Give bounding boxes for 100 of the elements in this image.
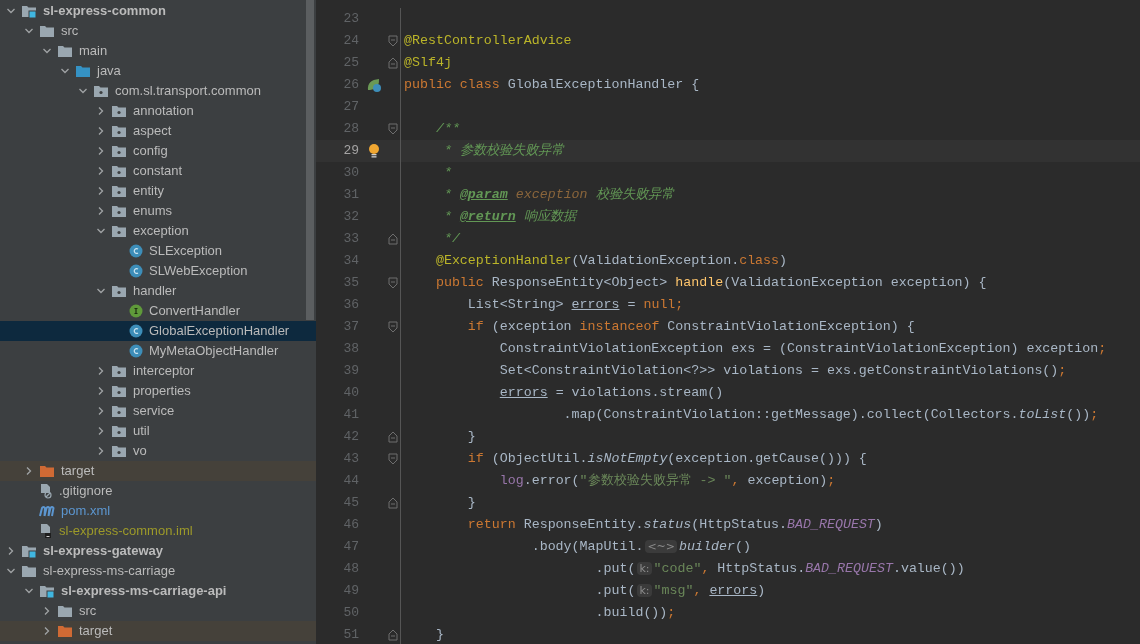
chevron-down-icon[interactable] (96, 286, 106, 296)
class-icon (129, 264, 143, 278)
line-number: 28 (343, 120, 359, 139)
code-token: HttpStatus. (717, 561, 806, 577)
line-number: 50 (343, 604, 359, 623)
tree-item-label: java (97, 62, 121, 81)
tree-item[interactable]: enums (0, 201, 316, 221)
package-icon (111, 404, 127, 418)
tree-item[interactable]: sl-express-common.iml (0, 521, 316, 541)
line-number: 27 (343, 98, 359, 117)
tree-item[interactable]: pom.xml (0, 501, 316, 521)
module-folder-icon (39, 584, 55, 598)
code-token: GlobalExceptionHandler { (507, 77, 700, 93)
fold-icon[interactable] (387, 35, 398, 47)
tree-item[interactable]: entity (0, 181, 316, 201)
code-token: (HttpStatus. (691, 517, 788, 533)
tree-item[interactable]: .gitignore (0, 481, 316, 501)
tree-item[interactable]: annotation (0, 101, 316, 121)
code-token: errors (499, 385, 548, 401)
code-token: ; (1090, 407, 1099, 423)
tree-item[interactable]: ConvertHandler (0, 301, 316, 321)
tree-item[interactable]: sl-express-gateway (0, 541, 316, 561)
tree-item[interactable]: vo (0, 441, 316, 461)
class-icon (129, 344, 143, 358)
maven-icon (39, 505, 55, 517)
tree-item-label: config (133, 142, 168, 161)
code-token: ResponseEntity<Object> (491, 275, 669, 291)
fold-icon[interactable] (387, 277, 398, 289)
line-number: 34 (343, 252, 359, 271)
inlay-hint: k: (637, 562, 652, 576)
lightbulb-icon[interactable] (368, 143, 380, 159)
tree-item[interactable]: handler (0, 281, 316, 301)
tree-item[interactable]: sl-express-common (0, 1, 316, 21)
code-token: , (693, 583, 703, 599)
tree-item[interactable]: java (0, 61, 316, 81)
tree-item[interactable]: properties (0, 381, 316, 401)
code-token: .build()) (595, 605, 668, 621)
code-token: ; (1058, 363, 1067, 379)
tree-item[interactable]: main (0, 41, 316, 61)
tree-item-label: main (79, 42, 108, 61)
tree-item[interactable]: sl-express-ms-carriage (0, 561, 316, 581)
fold-icon[interactable] (387, 123, 398, 135)
line-number: 47 (343, 538, 359, 557)
folder-icon (57, 604, 73, 618)
code-token: 校验失败异常 (595, 187, 674, 203)
tree-item[interactable]: exception (0, 221, 316, 241)
tree-item[interactable]: src (0, 21, 316, 41)
tree-item[interactable]: aspect (0, 121, 316, 141)
line-number: 37 (343, 318, 359, 337)
fold-icon[interactable] (387, 629, 398, 641)
tree-item[interactable]: service (0, 401, 316, 421)
code-token: exception (515, 187, 588, 203)
line-number: 38 (343, 340, 359, 359)
chevron-right-icon[interactable] (24, 466, 34, 476)
line-number: 41 (343, 406, 359, 425)
line-number: 23 (343, 10, 359, 29)
tree-item[interactable]: constant (0, 161, 316, 181)
line-number: 48 (343, 560, 359, 579)
tree-item[interactable]: SLWebException (0, 261, 316, 281)
tree-item[interactable]: interceptor (0, 361, 316, 381)
fold-icon[interactable] (387, 497, 398, 509)
tree-item[interactable]: sl-express-ms-carriage-api (0, 581, 316, 601)
fold-icon[interactable] (387, 321, 398, 333)
tree-item[interactable]: src (0, 601, 316, 621)
package-icon (111, 184, 127, 198)
tree-item[interactable]: SLException (0, 241, 316, 261)
fold-icon[interactable] (387, 57, 398, 69)
code-token: , (731, 473, 741, 489)
tree-item-label: SLException (149, 242, 222, 261)
tree-item[interactable]: GlobalExceptionHandler (0, 321, 316, 341)
tree-item[interactable]: target (0, 461, 316, 481)
tree-item-label: MyMetaObjectHandler (149, 342, 279, 361)
leaf-icon[interactable] (366, 77, 382, 93)
code-token: "msg" (653, 583, 694, 599)
tree-item-label: com.sl.transport.common (115, 82, 261, 101)
package-icon (111, 444, 127, 458)
line-number: 29 (343, 142, 359, 161)
code-token: ResponseEntity. (523, 517, 644, 533)
tree-item[interactable]: MyMetaObjectHandler (0, 341, 316, 361)
tree-item[interactable]: com.sl.transport.common (0, 81, 316, 101)
code-token: @Slf4j (404, 55, 452, 71)
code-token: BAD_REQUEST (805, 561, 893, 577)
line-number: 44 (343, 472, 359, 491)
tree-item[interactable]: config (0, 141, 316, 161)
code-token: .error( (523, 473, 580, 489)
tree-item[interactable]: util (0, 421, 316, 441)
chevron-down-icon[interactable] (96, 226, 106, 236)
tree-item-label: sl-express-gateway (43, 542, 163, 561)
chevron-right-icon[interactable] (6, 546, 16, 556)
code-token: .map(ConstraintViolation::getMessage).collect(Collectors. (563, 407, 1019, 423)
tree-item-label: pom.xml (61, 502, 111, 521)
fold-icon[interactable] (387, 233, 398, 245)
tree-item[interactable]: target (0, 621, 316, 641)
scrollbar[interactable] (306, 0, 314, 320)
tree-item-label: vo (133, 442, 147, 461)
package-icon (111, 364, 127, 378)
code-token: isNotEmpty (587, 451, 668, 467)
fold-icon[interactable] (387, 453, 398, 465)
tree-item-label: annotation (133, 102, 194, 121)
fold-icon[interactable] (387, 431, 398, 443)
